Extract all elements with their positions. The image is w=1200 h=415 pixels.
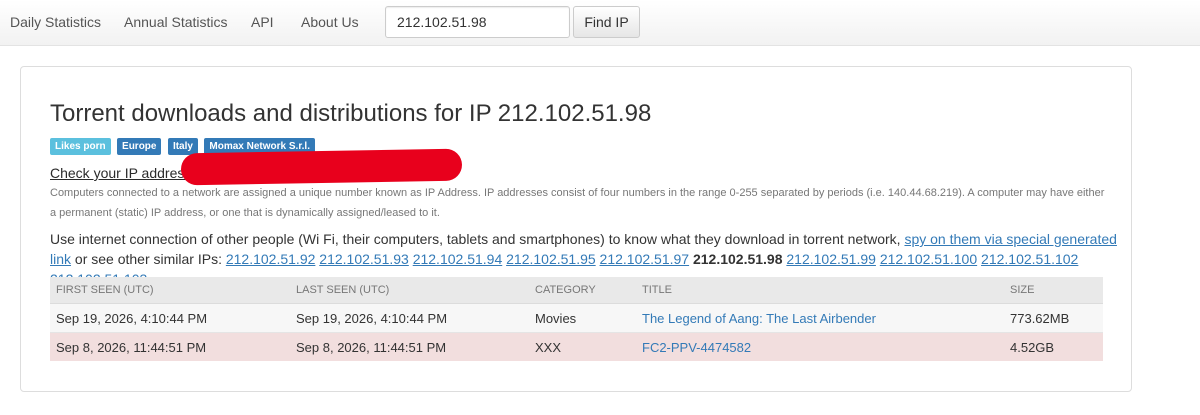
torrent-title-link[interactable]: The Legend of Aang: The Last Airbender: [642, 311, 876, 326]
nav-daily-statistics[interactable]: Daily Statistics: [10, 14, 101, 30]
cell-size: 4.52GB: [1004, 332, 1103, 361]
table-row: Sep 8, 2026, 11:44:51 PM Sep 8, 2026, 11…: [50, 332, 1103, 361]
table-row: Sep 19, 2026, 4:10:44 PM Sep 19, 2026, 4…: [50, 303, 1103, 333]
ip-description: Computers connected to a network are ass…: [50, 187, 1105, 219]
cell-last-seen: Sep 8, 2026, 11:44:51 PM: [290, 332, 529, 361]
current-ip: 212.102.51.98: [692, 251, 783, 267]
similar-ip-link[interactable]: 212.102.51.97: [600, 251, 690, 267]
column-header-category: CATEGORY: [529, 277, 636, 304]
similar-ip-link[interactable]: 212.102.51.93: [319, 251, 409, 267]
similar-ip-link[interactable]: 212.102.51.92: [226, 251, 316, 267]
nav-api[interactable]: API: [251, 14, 274, 30]
similar-ips-label: see other similar IPs:: [91, 251, 222, 267]
intro-text: Use internet connection of other people …: [50, 231, 901, 247]
similar-ip-link[interactable]: 212.102.51.100: [880, 251, 977, 267]
top-navbar: Daily Statistics Annual Statistics API A…: [0, 0, 1200, 46]
redaction-mark: [180, 148, 463, 186]
similar-ip-link[interactable]: 212.102.51.94: [413, 251, 503, 267]
similar-ip-link[interactable]: 212.102.51.99: [786, 251, 876, 267]
column-header-title: TITLE: [636, 277, 1004, 304]
column-header-size: SIZE: [1004, 277, 1103, 304]
nav-annual-statistics[interactable]: Annual Statistics: [124, 14, 228, 30]
cell-category: XXX: [529, 332, 636, 361]
torrent-title-link[interactable]: FC2-PPV-4474582: [642, 340, 751, 355]
or-text: or: [74, 251, 88, 267]
table-header-row: FIRST SEEN (UTC) LAST SEEN (UTC) CATEGOR…: [50, 277, 1103, 304]
find-ip-button[interactable]: Find IP: [573, 6, 640, 38]
badge-likes-porn: Likes porn: [50, 138, 111, 155]
results-panel: Torrent downloads and distributions for …: [20, 66, 1132, 392]
similar-ip-link[interactable]: 212.102.51.95: [506, 251, 596, 267]
page-title: Torrent downloads and distributions for …: [50, 100, 652, 127]
check-your-ip-link[interactable]: Check your IP address: [50, 165, 191, 181]
ip-search-input[interactable]: [385, 6, 570, 38]
cell-first-seen: Sep 8, 2026, 11:44:51 PM: [50, 332, 290, 361]
cell-title: FC2-PPV-4474582: [636, 332, 1004, 361]
downloads-table: FIRST SEEN (UTC) LAST SEEN (UTC) CATEGOR…: [50, 277, 1103, 361]
cell-size: 773.62MB: [1004, 303, 1103, 333]
column-header-last-seen: LAST SEEN (UTC): [290, 277, 529, 304]
column-header-first-seen: FIRST SEEN (UTC): [50, 277, 290, 304]
cell-category: Movies: [529, 303, 636, 333]
cell-title: The Legend of Aang: The Last Airbender: [636, 303, 1004, 333]
badge-region: Europe: [117, 138, 162, 155]
similar-ip-link[interactable]: 212.102.51.102: [981, 251, 1078, 267]
cell-first-seen: Sep 19, 2026, 4:10:44 PM: [50, 303, 290, 333]
cell-last-seen: Sep 19, 2026, 4:10:44 PM: [290, 303, 529, 333]
nav-about-us[interactable]: About Us: [301, 14, 359, 30]
